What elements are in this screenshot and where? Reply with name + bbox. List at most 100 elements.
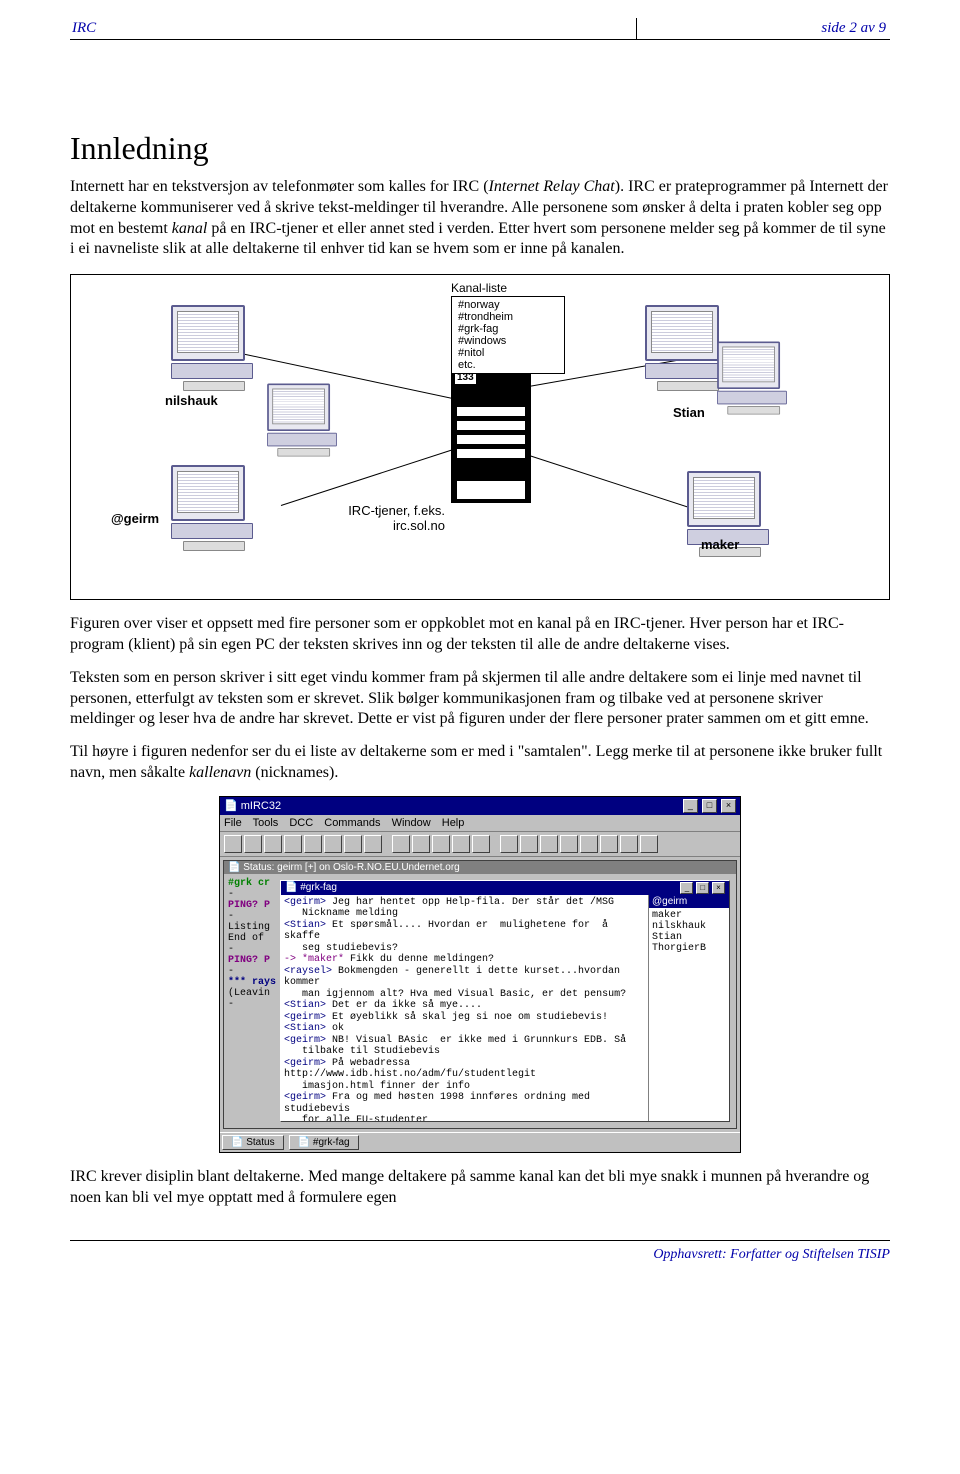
toolbar-button[interactable] [284,835,302,853]
server-slot [457,449,525,458]
toolbar-button[interactable] [264,835,282,853]
computer-icon [267,384,337,457]
channel-item: #nitol [458,347,558,359]
nick-list[interactable]: maker nilskhauk Stian ThorgierB [649,908,729,1121]
mirc-titlebar: 📄 mIRC32 _ □ × [220,797,740,815]
nick-header: @geirm [649,895,729,908]
nick-item[interactable]: Stian [652,932,726,943]
toolbar-button[interactable] [472,835,490,853]
text-italic: Internet Relay Chat [489,178,615,195]
maximize-button[interactable]: □ [696,882,709,894]
text: (nicknames). [251,764,338,781]
menu-window[interactable]: Window [392,817,431,829]
channel-list-title: Kanal-liste [451,281,565,295]
diagram-line [281,450,452,507]
channel-item: etc. [458,359,558,371]
toolbar-button[interactable] [392,835,410,853]
channel-list-box: Kanal-liste #norway #trondheim #grk-fag … [451,281,565,374]
server-slot [457,407,525,416]
toolbar-button[interactable] [364,835,382,853]
toolbar-button[interactable] [412,835,430,853]
user-label: maker [701,537,739,552]
toolbar-button[interactable] [324,835,342,853]
channel-item: #norway [458,299,558,311]
nick-column: @geirm maker nilskhauk Stian ThorgierB [648,895,729,1121]
taskbar-label: Status [246,1137,274,1148]
server-caption: IRC-tjener, f.eks. irc.sol.no [305,503,445,533]
toolbar-separator [384,835,390,853]
paragraph: Til høyre i figuren nedenfor ser du ei l… [70,742,890,784]
nick-item[interactable]: nilskhauk [652,921,726,932]
close-button[interactable]: × [721,799,736,813]
user-label: @geirm [111,511,159,526]
status-title-text: Status: geirm [+] on Oslo-R.NO.EU.Undern… [243,862,459,873]
nick-item[interactable]: ThorgierB [652,943,726,954]
channel-item: #grk-fag [458,323,558,335]
menu-file[interactable]: File [224,817,242,829]
paragraph: Figuren over viser et oppsett med fire p… [70,614,890,656]
toolbar-button[interactable] [244,835,262,853]
section-heading: Innledning [70,130,890,167]
toolbar-button[interactable] [500,835,518,853]
header-right: side 2 av 9 [637,18,890,39]
server-base [457,481,525,499]
server-slot [457,421,525,430]
taskbar-button-status[interactable]: 📄 Status [222,1135,284,1150]
menu-dcc[interactable]: DCC [289,817,313,829]
paragraph: IRC krever disiplin blant deltakerne. Me… [70,1167,890,1209]
computer-icon [645,305,727,391]
app-title-text: mIRC32 [241,800,281,812]
paragraph: Teksten som en person skriver i sitt ege… [70,668,890,730]
paragraph-intro: Internett har en tekstversjon av telefon… [70,177,890,260]
channel-body: <geirm> Jeg har hentet opp Help-fila. De… [281,895,729,1121]
user-label: nilshauk [165,393,218,408]
toolbar-button[interactable] [620,835,638,853]
page-footer: Opphavsrett: Forfatter og Stiftelsen TIS… [70,1240,890,1283]
toolbar [220,832,740,857]
minimize-button[interactable]: _ [680,882,693,894]
network-diagram: Kanal-liste #norway #trondheim #grk-fag … [70,274,890,600]
toolbar-button[interactable] [432,835,450,853]
toolbar-button[interactable] [344,835,362,853]
menu-tools[interactable]: Tools [253,817,279,829]
toolbar-button[interactable] [520,835,538,853]
toolbar-separator [492,835,498,853]
page-header: IRC side 2 av 9 [70,18,890,40]
page-content: Innledning Internett har en tekstversjon… [0,40,960,1240]
user-label: Stian [673,405,705,420]
toolbar-button[interactable] [540,835,558,853]
channel-window: 📄 #grk-fag _ □ × <geirm> Jeg har hentet … [280,880,730,1122]
text: IRC-tjener, f.eks. [348,503,445,518]
nick-item[interactable]: maker [652,910,726,921]
diagram-line [523,453,714,516]
status-window: 📄 Status: geirm [+] on Oslo-R.NO.EU.Unde… [223,860,737,1129]
chat-log[interactable]: <geirm> Jeg har hentet opp Help-fila. De… [281,895,648,1121]
menu-commands[interactable]: Commands [324,817,380,829]
toolbar-button[interactable] [452,835,470,853]
maximize-button[interactable]: □ [702,799,717,813]
close-button[interactable]: × [712,882,725,894]
window-controls: _ □ × [680,882,725,894]
toolbar-button[interactable] [580,835,598,853]
text-italic: kanal [172,220,208,237]
status-body: #grk cr-PING? P-ListingEnd of-PING? P-**… [224,874,736,1128]
computer-icon [171,465,253,551]
text: irc.sol.no [393,518,445,533]
toolbar-button[interactable] [304,835,322,853]
toolbar-button[interactable] [640,835,658,853]
app-title: 📄 mIRC32 [224,799,281,812]
computer-icon [717,342,787,415]
channel-item: #trondheim [458,311,558,323]
minimize-button[interactable]: _ [683,799,698,813]
toolbar-button[interactable] [560,835,578,853]
channel-item: #windows [458,335,558,347]
taskbar-button-channel[interactable]: 📄 #grk-fag [289,1135,359,1150]
menu-help[interactable]: Help [442,817,465,829]
menu-bar: File Tools DCC Commands Window Help [220,815,740,832]
toolbar-button[interactable] [224,835,242,853]
toolbar-button[interactable] [600,835,618,853]
text: Internett har en tekstversjon av telefon… [70,178,489,195]
channel-name: #grk-fag [300,882,337,893]
window-controls: _ □ × [682,799,736,813]
mirc-taskbar: 📄 Status 📄 #grk-fag [220,1132,740,1152]
